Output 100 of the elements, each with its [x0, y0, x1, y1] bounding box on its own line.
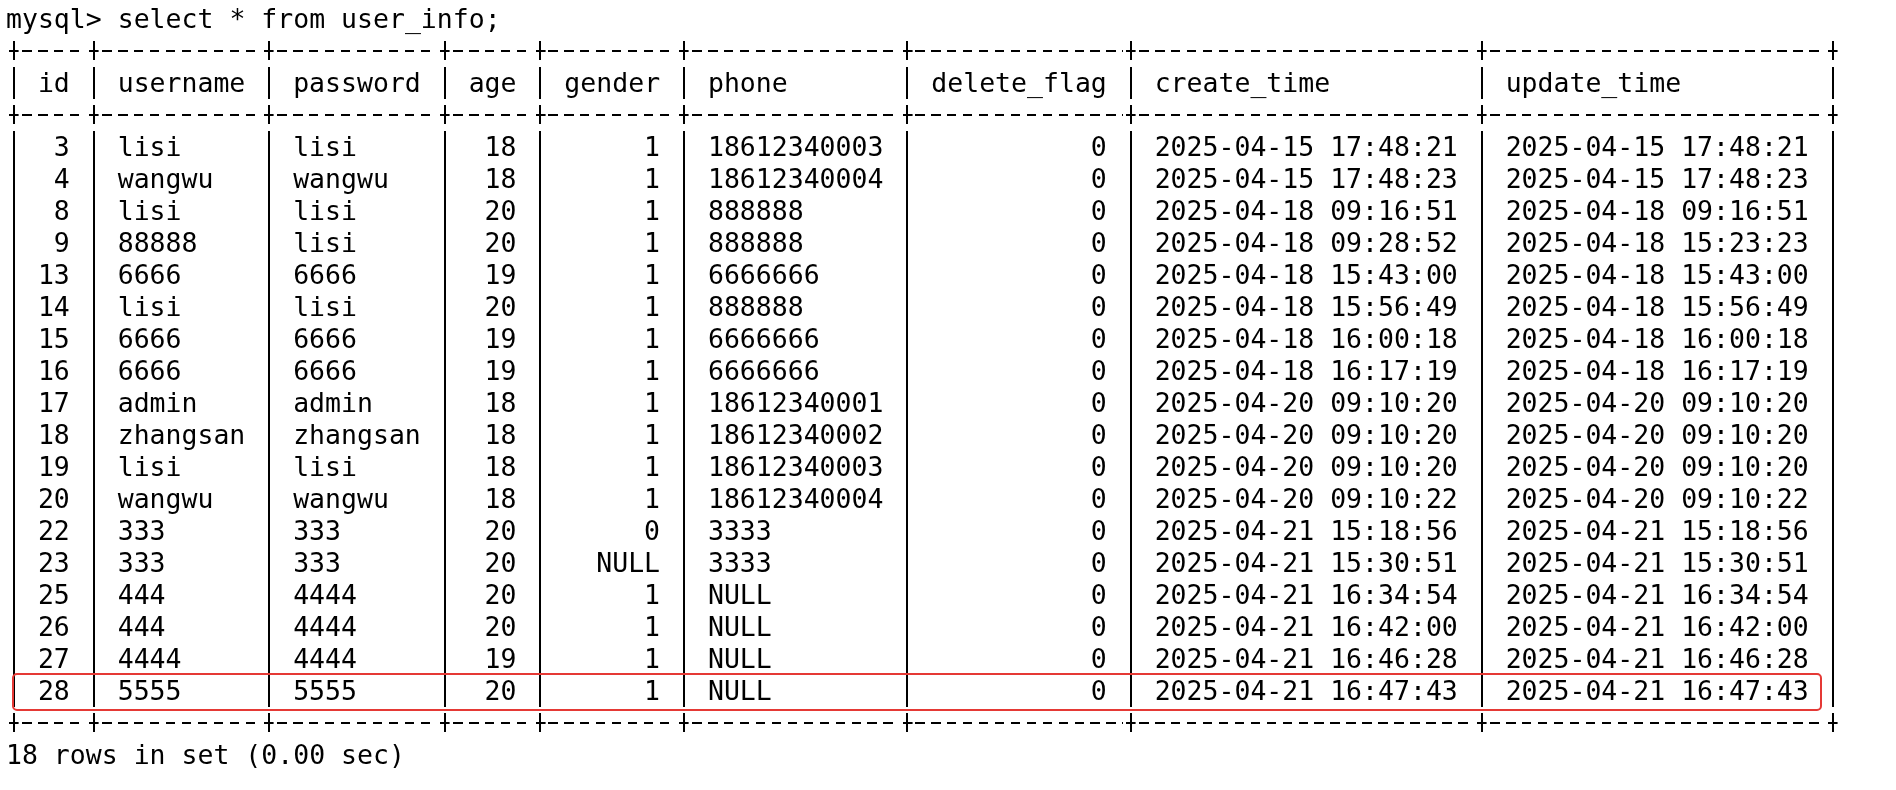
- table-cell-text: 2025-04-20 09:10:20: [1153, 387, 1459, 419]
- table-cell-text: 0: [1089, 323, 1108, 355]
- result-text: 18 rows in set (0.00 sec): [6, 739, 405, 771]
- table-cell-text: 6666: [116, 323, 183, 355]
- table-cell-text: admin: [116, 387, 199, 419]
- table-cell-text: 18612340002: [706, 419, 885, 451]
- column-header: create_time: [1153, 67, 1332, 99]
- table-cell-text: 18612340001: [706, 387, 885, 419]
- table-cell-text: wangwu: [116, 163, 215, 195]
- table-cell-text: 0: [1089, 227, 1108, 259]
- column-header: gender: [563, 67, 662, 99]
- table-cell-text: 2025-04-15 17:48:21: [1153, 131, 1459, 163]
- table-cell-text: 2025-04-21 16:42:00: [1153, 611, 1459, 643]
- table-cell-text: 2025-04-20 09:10:20: [1153, 419, 1459, 451]
- table-cell-text: 1: [643, 675, 662, 707]
- table-cell-text: 18: [483, 451, 518, 483]
- table-cell-text: 2025-04-18 16:17:19: [1153, 355, 1459, 387]
- table-cell-text: 2025-04-21 16:34:54: [1504, 579, 1810, 611]
- table-cell-text: 1: [643, 323, 662, 355]
- table-cell-text: 333: [116, 515, 167, 547]
- table-cell-text: 2025-04-18 15:56:49: [1153, 291, 1459, 323]
- table-cell-text: 19: [483, 355, 518, 387]
- table-cell-text: 1: [643, 195, 662, 227]
- table-cell-text: NULL: [706, 579, 773, 611]
- table-cell-text: 1: [643, 611, 662, 643]
- table-cell-text: 1: [643, 355, 662, 387]
- table-cell-text: 333: [292, 515, 343, 547]
- table-cell-text: 18: [483, 419, 518, 451]
- table-cell-text: 0: [1089, 515, 1108, 547]
- table-cell-text: 6666: [116, 259, 183, 291]
- table-cell-text: 4444: [292, 643, 358, 675]
- table-cell-text: 14: [36, 291, 71, 323]
- table-cell-text: 0: [1089, 291, 1108, 323]
- table-cell-text: NULL: [706, 611, 773, 643]
- table-cell-text: 25: [36, 579, 71, 611]
- table-cell-text: 444: [116, 579, 167, 611]
- column-header: update_time: [1504, 67, 1683, 99]
- table-cell-text: 13: [36, 259, 71, 291]
- table-cell-text: 888888: [706, 195, 805, 227]
- table-cell-text: 1: [643, 387, 662, 419]
- table-cell-text: 28: [36, 675, 71, 707]
- table-cell-text: 20: [483, 547, 518, 579]
- table-cell-text: 0: [1089, 355, 1108, 387]
- table-cell-text: zhangsan: [116, 419, 247, 451]
- table-cell-text: 19: [483, 643, 518, 675]
- table-cell-text: 1: [643, 291, 662, 323]
- table-cell-text: 19: [36, 451, 71, 483]
- table-cell-text: 0: [1089, 483, 1108, 515]
- table-cell-text: 1: [643, 419, 662, 451]
- table-cell-text: 20: [36, 483, 71, 515]
- table-cell-text: 444: [116, 611, 167, 643]
- table-cell-text: 2025-04-21 15:30:51: [1504, 547, 1810, 579]
- table-cell-text: 1: [643, 483, 662, 515]
- table-cell-text: lisi: [292, 131, 358, 163]
- table-cell-text: 18: [36, 419, 71, 451]
- table-cell-text: 2025-04-15 17:48:21: [1504, 131, 1810, 163]
- table-cell-text: 20: [483, 579, 518, 611]
- table-cell-text: 6666666: [706, 355, 821, 387]
- table-cell-text: 888888: [706, 291, 805, 323]
- table-cell-text: 2025-04-18 15:23:23: [1504, 227, 1810, 259]
- table-cell-text: zhangsan: [292, 419, 422, 451]
- table-cell-text: 9: [52, 227, 71, 259]
- table-cell-text: 0: [1089, 611, 1108, 643]
- table-cell-text: admin: [292, 387, 374, 419]
- table-cell-text: 2025-04-18 15:43:00: [1504, 259, 1810, 291]
- table-cell-text: 2025-04-21 16:42:00: [1504, 611, 1810, 643]
- table-cell-text: 15: [36, 323, 71, 355]
- table-cell-text: 2025-04-18 16:17:19: [1504, 355, 1810, 387]
- table-cell-text: 2025-04-18 16:00:18: [1153, 323, 1459, 355]
- table-cell-text: 18612340003: [706, 451, 885, 483]
- table-cell-text: lisi: [116, 451, 183, 483]
- table-cell-text: 2025-04-15 17:48:23: [1504, 163, 1810, 195]
- table-cell-text: lisi: [292, 227, 358, 259]
- table-cell-text: 8: [52, 195, 71, 227]
- table-cell-text: 0: [1089, 163, 1108, 195]
- table-cell-text: 2025-04-21 15:18:56: [1504, 515, 1810, 547]
- table-cell-text: 0: [1089, 675, 1108, 707]
- table-cell-text: 0: [1089, 259, 1108, 291]
- table-cell-text: 2025-04-18 09:16:51: [1504, 195, 1810, 227]
- column-header: age: [467, 67, 518, 99]
- table-cell-text: 4444: [292, 579, 358, 611]
- table-cell-text: 0: [1089, 643, 1108, 675]
- table-cell-text: 20: [483, 227, 518, 259]
- table-cell-text: 23: [36, 547, 71, 579]
- column-header: delete_flag: [930, 67, 1108, 99]
- prompt: mysql>: [6, 3, 102, 35]
- table-cell-text: 20: [483, 195, 518, 227]
- table-cell-text: 2025-04-21 16:34:54: [1153, 579, 1459, 611]
- table-cell-text: 4444: [292, 611, 358, 643]
- table-cell-text: NULL: [595, 547, 662, 579]
- command-text: select * from user_info;: [117, 3, 501, 35]
- table-cell-text: lisi: [116, 291, 183, 323]
- table-cell-text: 0: [1089, 451, 1108, 483]
- table-cell-text: 19: [483, 259, 518, 291]
- table-cell-text: 2025-04-20 09:10:22: [1504, 483, 1810, 515]
- column-header: username: [116, 67, 247, 99]
- column-header: id: [36, 67, 71, 99]
- table-cell-text: 20: [483, 675, 518, 707]
- table-cell-text: 26: [36, 611, 71, 643]
- table-cell-text: NULL: [706, 675, 773, 707]
